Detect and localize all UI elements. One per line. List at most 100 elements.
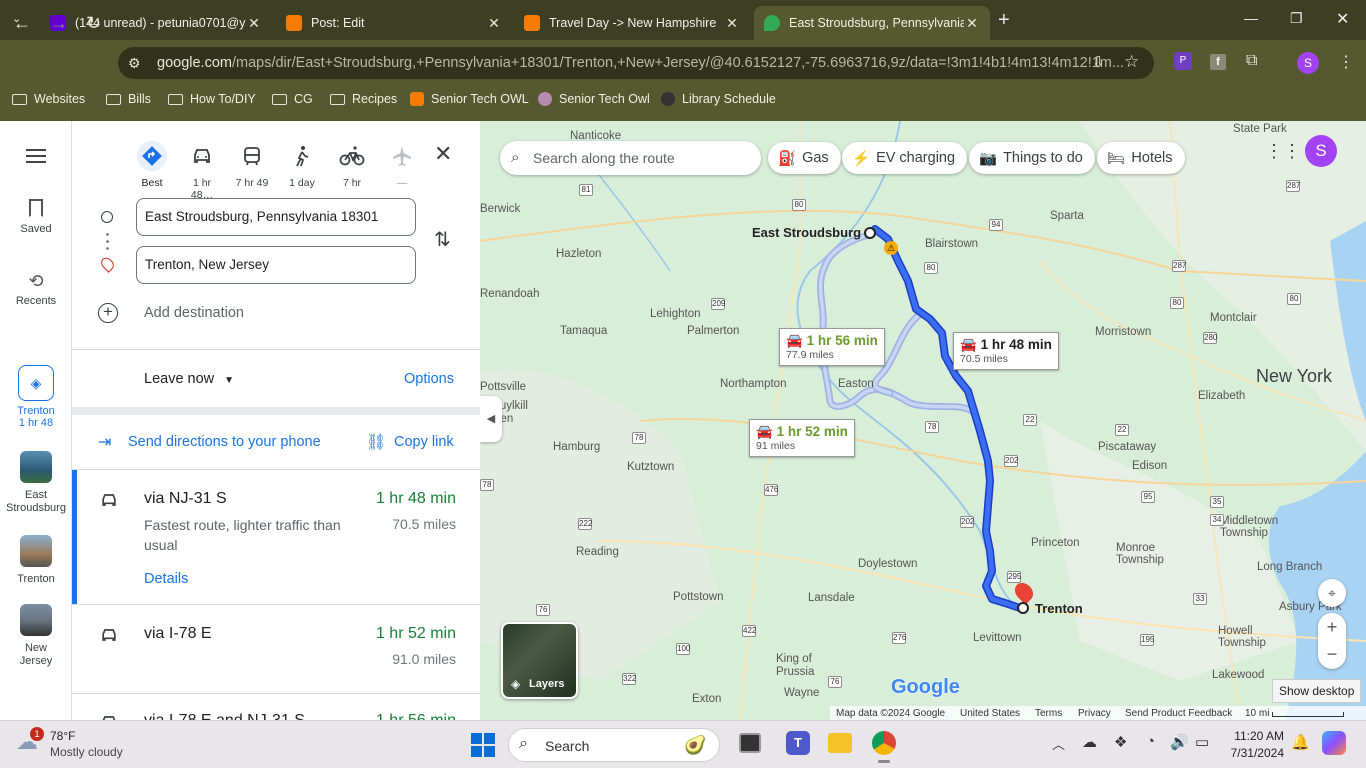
weather-widget[interactable]: ☁ 1 xyxy=(16,727,44,754)
zoom-out-button[interactable]: − xyxy=(1318,641,1346,669)
bookmark-star-icon[interactable]: ☆ xyxy=(1124,52,1139,72)
chevron-up-icon[interactable]: ︿ xyxy=(1052,734,1065,753)
facebook-icon[interactable]: f xyxy=(1210,54,1226,70)
route-callout-alt-2[interactable]: 🚘 1 hr 52 min 91 miles xyxy=(749,419,855,457)
profile-avatar[interactable]: S xyxy=(1297,52,1319,74)
swap-icon[interactable]: ⇅ xyxy=(434,227,451,252)
my-location-icon[interactable]: ⌖ xyxy=(1318,579,1346,607)
menu-hamburger-icon[interactable] xyxy=(26,149,46,163)
restore-button[interactable]: ❐ xyxy=(1290,10,1303,27)
close-icon[interactable]: ✕ xyxy=(964,15,980,32)
options-button[interactable]: Options xyxy=(404,371,454,387)
bookmark-howto[interactable]: How To/DIY xyxy=(168,92,256,106)
send-to-phone-button[interactable]: Send directions to your phone xyxy=(128,434,321,450)
close-window-button[interactable]: ✕ xyxy=(1336,9,1349,29)
route-option-2[interactable]: via I-78 E 1 hr 52 min 91.0 miles xyxy=(72,605,480,693)
chip-things-to-do[interactable]: 📷 Things to do xyxy=(969,142,1095,174)
copilot-icon[interactable] xyxy=(1322,731,1346,755)
mode-flight[interactable]: — xyxy=(382,141,422,189)
minimize-button[interactable]: — xyxy=(1244,10,1258,26)
install-app-icon[interactable]: ⇩ xyxy=(1092,53,1105,71)
collapse-panel-button[interactable]: ◀ xyxy=(480,396,502,442)
add-icon[interactable]: + xyxy=(98,303,118,323)
file-explorer-icon[interactable] xyxy=(828,733,852,753)
search-along-route[interactable]: ⌕ Search along the route xyxy=(500,141,761,175)
chip-hotels[interactable]: 🛏 Hotels xyxy=(1097,142,1185,174)
tab-yahoo-mail[interactable]: (144 unread) - petunia0701@ya ✕ xyxy=(40,6,272,40)
bookmark-library-schedule[interactable]: Library Schedule xyxy=(661,92,776,106)
wifi-icon[interactable]: ◔ xyxy=(1146,733,1155,750)
route-callout-alt-1[interactable]: 🚘 1 hr 56 min 77.9 miles xyxy=(779,328,885,366)
copy-link-button[interactable]: Copy link xyxy=(394,434,454,450)
site-info-icon[interactable]: ⚙ xyxy=(128,55,141,72)
privacy-link[interactable]: Privacy xyxy=(1078,708,1111,719)
mode-transit[interactable]: 7 hr 49 xyxy=(232,141,272,189)
taskbar-search[interactable]: ⌕ Search 🥑 xyxy=(508,728,720,762)
rail-saved[interactable]: Saved xyxy=(0,199,72,235)
onedrive-icon[interactable]: ☁ xyxy=(1082,733,1097,751)
chip-ev-charging[interactable]: ⚡ EV charging xyxy=(842,142,968,174)
bookmark-senior-tech-owl-2[interactable]: Senior Tech Owl xyxy=(538,92,650,106)
chip-label: Hotels xyxy=(1131,150,1173,166)
reload-button[interactable]: ↻ xyxy=(86,13,101,34)
start-button[interactable] xyxy=(471,733,495,757)
destination-input[interactable]: Trenton, New Jersey xyxy=(136,246,416,284)
task-view-icon[interactable] xyxy=(739,733,761,753)
mode-drive[interactable]: 1 hr 48… xyxy=(182,141,222,201)
extensions-puzzle-icon[interactable]: ⧉ xyxy=(1246,52,1257,70)
map-canvas[interactable]: Nanticoke Hazleton Lehighton Palmerton T… xyxy=(480,121,1366,720)
menu-kebab-icon[interactable]: ⋮ xyxy=(1338,52,1354,72)
notifications-bell-icon[interactable]: 🔔 xyxy=(1291,733,1310,751)
origin-marker[interactable] xyxy=(864,227,876,239)
tab-travel-day[interactable]: Travel Day -> New Hampshire ✕ xyxy=(514,6,750,40)
volume-icon[interactable]: 🔊 xyxy=(1170,733,1189,751)
clock-date[interactable]: 7/31/2024 xyxy=(1226,746,1284,760)
apps-grid-icon[interactable]: ⋮⋮ xyxy=(1265,141,1301,162)
close-directions-button[interactable]: ✕ xyxy=(434,141,452,167)
origin-input[interactable]: East Stroudsburg, Pennsylvania 18301 xyxy=(136,198,416,236)
mode-best[interactable]: Best xyxy=(132,141,172,189)
battery-icon[interactable]: ▭ xyxy=(1195,733,1209,751)
terms-link[interactable]: Terms xyxy=(1035,708,1062,719)
mode-walk[interactable]: 1 day xyxy=(282,141,322,189)
new-tab-button[interactable]: + xyxy=(998,9,1010,32)
rail-recent-east-stroudsburg[interactable]: East Stroudsburg xyxy=(0,451,72,515)
zoom-in-button[interactable]: + xyxy=(1318,613,1346,641)
bookmark-recipes[interactable]: Recipes xyxy=(330,92,397,106)
rail-recent-new-jersey[interactable]: New Jersey xyxy=(0,604,72,668)
route-option-3[interactable]: via I-78 E and NJ-31 S 1 hr 56 min xyxy=(72,694,480,720)
rail-recent-trenton[interactable]: Trenton xyxy=(0,535,72,585)
close-icon[interactable]: ✕ xyxy=(246,15,262,32)
leave-now-dropdown[interactable]: Leave now ▼ xyxy=(144,371,234,387)
add-destination-button[interactable]: Add destination xyxy=(144,305,244,321)
route-option-1[interactable]: via NJ-31 S 1 hr 48 min 70.5 miles Faste… xyxy=(72,470,480,604)
teams-icon[interactable]: T xyxy=(786,731,810,755)
bookmark-websites[interactable]: Websites xyxy=(12,92,85,106)
extension-icon[interactable]: P xyxy=(1174,52,1192,70)
destination-marker[interactable] xyxy=(1017,602,1029,614)
layers-button[interactable]: ◈ Layers xyxy=(501,622,578,699)
region-link[interactable]: United States xyxy=(960,708,1020,719)
mode-bike[interactable]: 7 hr xyxy=(332,141,372,189)
bookmark-senior-tech-owl[interactable]: Senior Tech OWL xyxy=(410,92,529,106)
rail-recents[interactable]: ⟲ Recents xyxy=(0,271,72,307)
dropbox-icon[interactable]: ❖ xyxy=(1114,733,1127,751)
close-icon[interactable]: ✕ xyxy=(486,15,502,32)
feedback-link[interactable]: Send Product Feedback xyxy=(1125,708,1232,719)
url-text[interactable]: google.com/maps/dir/East+Stroudsburg,+Pe… xyxy=(157,55,1124,71)
traffic-incident-icon[interactable]: ⚠ xyxy=(884,241,898,255)
bookmark-bills[interactable]: Bills xyxy=(106,92,151,106)
back-button[interactable]: ← xyxy=(13,13,31,34)
chrome-icon[interactable] xyxy=(872,731,896,755)
rail-recent-trenton-route[interactable]: ◈ Trenton 1 hr 48 xyxy=(0,365,72,429)
clock-time[interactable]: 11:20 AM xyxy=(1226,729,1284,743)
tab-maps[interactable]: East Stroudsburg, Pennsylvania ✕ xyxy=(754,6,990,40)
forward-button[interactable]: → xyxy=(50,13,68,34)
tab-post-edit[interactable]: Post: Edit ✕ xyxy=(276,6,512,40)
bookmark-cg[interactable]: CG xyxy=(272,92,313,106)
account-avatar[interactable]: S xyxy=(1305,135,1337,167)
close-icon[interactable]: ✕ xyxy=(724,15,740,32)
route-details-link[interactable]: Details xyxy=(144,571,188,587)
route-callout-selected[interactable]: 🚘 1 hr 48 min 70.5 miles xyxy=(953,332,1059,370)
chip-gas[interactable]: ⛽ Gas xyxy=(768,142,841,174)
